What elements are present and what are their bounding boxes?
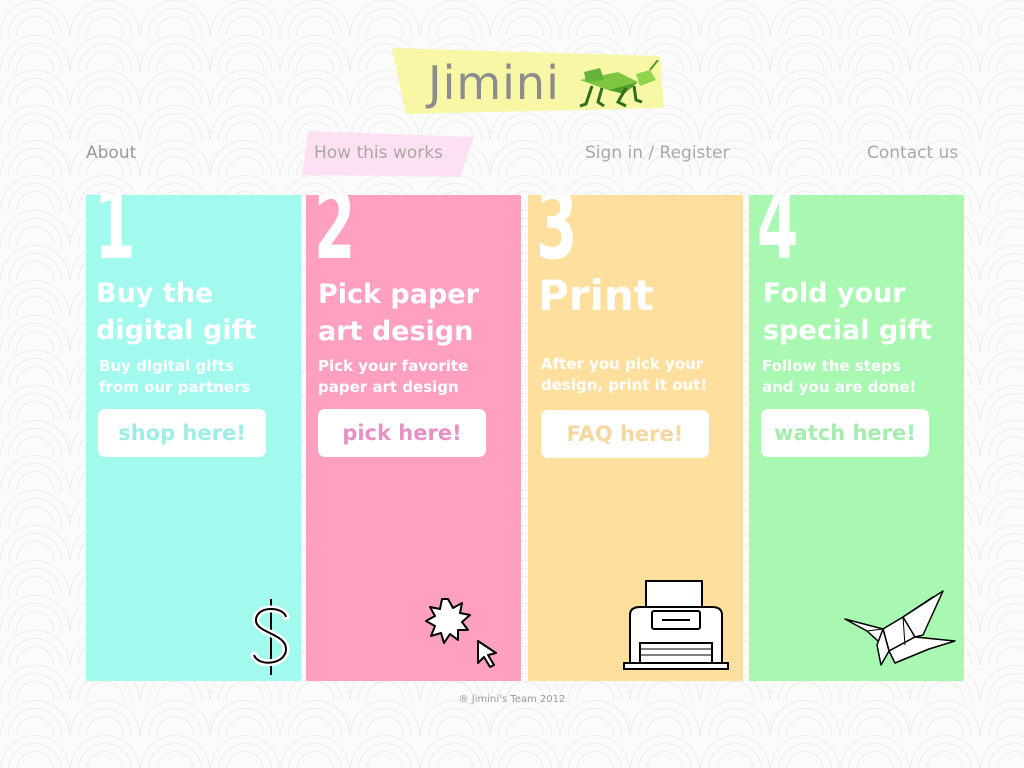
nav-sign-in-register[interactable]: Sign in / Register — [585, 143, 730, 163]
step-title: Buy the digital gift — [96, 275, 301, 349]
step-subtitle-line: Buy digital gifts — [99, 357, 235, 375]
step-subtitle-line: Pick your favorite — [318, 357, 469, 375]
origami-crane-icon — [844, 590, 956, 666]
step-title-line: Pick paper — [318, 279, 479, 310]
step-subtitle: Follow the steps and you are done! — [762, 356, 962, 398]
grasshopper-icon — [579, 60, 659, 108]
step-number: 2 — [314, 195, 356, 281]
watch-here-button[interactable]: watch here! — [761, 409, 929, 457]
logo-text: Jimini — [428, 56, 560, 110]
step-card-1: 1 Buy the digital gift Buy digital gifts… — [86, 195, 301, 681]
step-title: Print — [538, 271, 743, 320]
step-subtitle: After you pick your design, print it out… — [541, 354, 741, 396]
dollar-icon — [250, 599, 290, 675]
step-number: 3 — [536, 195, 578, 281]
step-subtitle: Pick your favorite paper art design — [318, 356, 518, 398]
step-title-line: Fold your — [763, 278, 906, 309]
pick-here-button[interactable]: pick here! — [318, 409, 486, 457]
step-subtitle-line: and you are done! — [762, 378, 917, 396]
printer-icon — [623, 580, 729, 670]
step-subtitle-line: Follow the steps — [762, 357, 901, 375]
step-title-line: art design — [318, 316, 474, 347]
step-title-line: digital gift — [96, 315, 257, 346]
step-subtitle: Buy digital gifts from our partners — [99, 356, 299, 398]
step-title: Pick paper art design — [318, 276, 521, 350]
step-subtitle-line: After you pick your — [541, 355, 704, 373]
step-card-2: 2 Pick paper art design Pick your favori… — [306, 195, 521, 681]
nav-contact-us[interactable]: Contact us — [867, 143, 958, 163]
step-card-4: 4 Fold your special gift Follow the step… — [749, 195, 964, 681]
nav-how-this-works[interactable]: How this works — [314, 143, 443, 163]
step-title-line: Buy the — [96, 278, 214, 309]
faq-here-button[interactable]: FAQ here! — [541, 410, 709, 458]
nav-about[interactable]: About — [86, 143, 136, 163]
step-subtitle-line: from our partners — [99, 378, 251, 396]
step-card-3: 3 Print After you pick your design, prin… — [528, 195, 743, 681]
step-title-line: Print — [538, 271, 654, 320]
footer-copyright: ® Jimini's Team 2012 — [458, 694, 566, 705]
step-number: 4 — [757, 195, 799, 281]
step-number: 1 — [94, 195, 136, 281]
step-subtitle-line: design, print it out! — [541, 376, 708, 394]
step-title: Fold your special gift — [763, 275, 964, 349]
shop-here-button[interactable]: shop here! — [98, 409, 266, 457]
logo[interactable]: Jimini — [392, 46, 664, 116]
click-cursor-icon — [425, 598, 497, 668]
step-subtitle-line: paper art design — [318, 378, 459, 396]
step-title-line: special gift — [763, 315, 933, 346]
